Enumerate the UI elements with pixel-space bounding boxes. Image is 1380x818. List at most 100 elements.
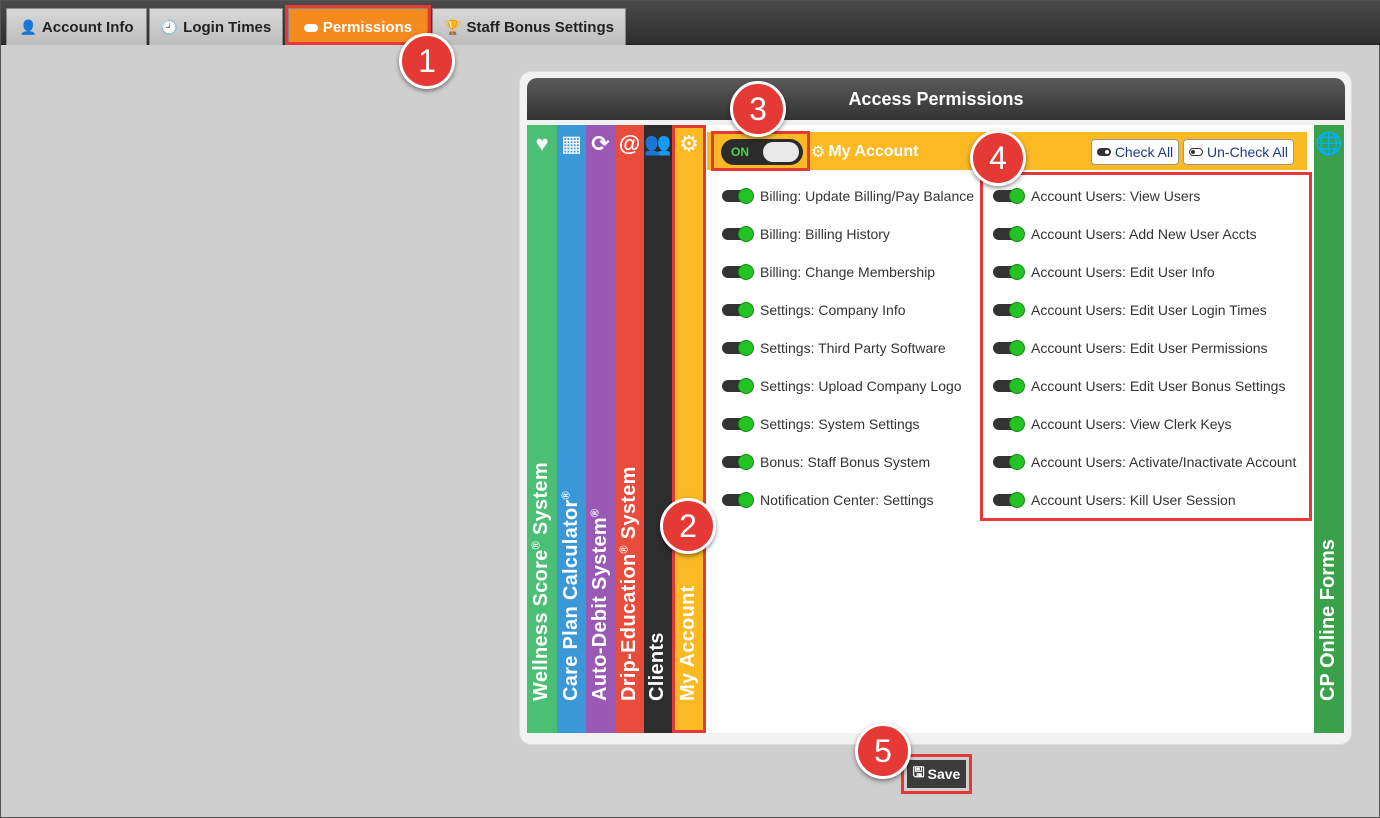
user-icon: 👤: [19, 18, 37, 35]
permission-row[interactable]: Bonus: Staff Bonus System: [722, 452, 930, 472]
permission-row[interactable]: Settings: Company Info: [722, 300, 906, 320]
category-care-plan-calculator[interactable]: ▦ Care Plan Calculator®: [557, 125, 586, 733]
callout-badge-2: 2: [660, 498, 716, 554]
permission-row[interactable]: Billing: Billing History: [722, 224, 890, 244]
permission-label: Settings: Third Party Software: [760, 340, 946, 356]
permission-row[interactable]: Account Users: Edit User Bonus Settings: [993, 376, 1285, 396]
check-all-button[interactable]: Check All: [1091, 139, 1179, 165]
section-title-text: My Account: [828, 143, 919, 160]
permission-row[interactable]: Account Users: Kill User Session: [993, 490, 1236, 510]
check-all-label: Check All: [1114, 144, 1174, 160]
permission-toggle[interactable]: [993, 302, 1025, 318]
permission-toggle[interactable]: [722, 302, 754, 318]
permission-toggle[interactable]: [993, 454, 1025, 470]
permission-toggle[interactable]: [993, 378, 1025, 394]
permission-toggle[interactable]: [722, 264, 754, 280]
permission-toggle[interactable]: [722, 454, 754, 470]
permission-toggle[interactable]: [722, 416, 754, 432]
permission-label: Account Users: Edit User Info: [1031, 264, 1215, 280]
permission-row[interactable]: Account Users: View Clerk Keys: [993, 414, 1231, 434]
category-my-account[interactable]: ⚙ My Account: [673, 125, 705, 733]
refresh-icon: ⟳: [591, 131, 610, 156]
globe-icon: 🌐: [1315, 131, 1343, 156]
toggle-off-icon: [1189, 148, 1204, 156]
permission-row[interactable]: Settings: Third Party Software: [722, 338, 946, 358]
tab-bar: 👤 Account Info 🕘 Login Times Permissions…: [1, 1, 1380, 45]
permission-label: Settings: Upload Company Logo: [760, 378, 962, 394]
tab-account-info[interactable]: 👤 Account Info: [6, 8, 147, 45]
permission-label: Settings: Company Info: [760, 302, 906, 318]
permission-label: Settings: System Settings: [760, 416, 920, 432]
toggle-icon: [303, 19, 318, 35]
uncheck-all-button[interactable]: Un-Check All: [1183, 139, 1294, 165]
category-label: CP Online Forms: [1317, 539, 1339, 701]
toggle-state-label: ON: [731, 145, 749, 159]
tab-label: Login Times: [183, 18, 272, 36]
callout-badge-3: 3: [730, 81, 786, 137]
permission-row[interactable]: Billing: Change Membership: [722, 262, 935, 282]
permission-label: Account Users: Edit User Bonus Settings: [1031, 378, 1286, 394]
permission-toggle[interactable]: [722, 378, 754, 394]
category-label: Auto-Debit System®: [588, 508, 611, 701]
permission-row[interactable]: Settings: System Settings: [722, 414, 920, 434]
tab-login-times[interactable]: 🕘 Login Times: [149, 8, 283, 45]
clock-icon: 🕘: [160, 18, 179, 35]
permission-row[interactable]: Billing: Update Billing/Pay Balance: [722, 186, 974, 206]
heartbeat-icon: ♥: [535, 131, 549, 156]
permission-toggle[interactable]: [993, 264, 1025, 280]
permission-toggle[interactable]: [993, 226, 1025, 242]
tab-label: Staff Bonus Settings: [466, 18, 614, 36]
permission-toggle[interactable]: [722, 340, 754, 356]
at-icon: @: [618, 131, 641, 156]
permission-toggle[interactable]: [993, 340, 1025, 356]
permission-label: Billing: Change Membership: [760, 264, 936, 280]
panel-title: Access Permissions: [527, 78, 1345, 120]
permission-row[interactable]: Account Users: Edit User Permissions: [993, 338, 1268, 358]
calculator-icon: ▦: [561, 131, 582, 156]
toggle-knob: [763, 142, 799, 162]
category-label: Clients: [646, 632, 668, 701]
permission-row[interactable]: Account Users: Add New User Accts: [993, 224, 1257, 244]
permission-row[interactable]: Account Users: View Users: [993, 186, 1200, 206]
category-label: Care Plan Calculator®: [559, 490, 582, 701]
save-button[interactable]: 🖫 Save: [907, 760, 966, 788]
permission-row[interactable]: Notification Center: Settings: [722, 490, 934, 510]
toggle-on-icon: [1096, 148, 1111, 156]
category-label: Wellness Score® System: [530, 462, 552, 701]
category-clients[interactable]: 👥 Clients: [644, 125, 672, 733]
permission-toggle[interactable]: [993, 416, 1025, 432]
permission-toggle[interactable]: [993, 188, 1025, 204]
permission-row[interactable]: Account Users: Edit User Login Times: [993, 300, 1267, 320]
permission-row[interactable]: Settings: Upload Company Logo: [722, 376, 962, 396]
category-cp-online-forms[interactable]: 🌐 CP Online Forms: [1314, 125, 1344, 733]
permission-toggle[interactable]: [722, 226, 754, 242]
permission-row[interactable]: Account Users: Activate/Inactivate Accou…: [993, 452, 1296, 472]
section-master-toggle[interactable]: ON: [721, 139, 803, 165]
tab-label: Permissions: [322, 18, 413, 36]
permission-toggle[interactable]: [722, 188, 754, 204]
gear-icon: ⚙: [679, 131, 699, 156]
permission-label: Account Users: Edit User Permissions: [1031, 340, 1268, 356]
permission-label: Account Users: View Clerk Keys: [1031, 416, 1232, 432]
permission-label: Account Users: Activate/Inactivate Accou…: [1031, 454, 1297, 470]
category-wellness-score[interactable]: ♥ Wellness Score® System: [527, 125, 557, 733]
permission-label: Account Users: Edit User Login Times: [1031, 302, 1267, 318]
floppy-disk-icon: 🖫: [912, 764, 925, 780]
permission-toggle[interactable]: [722, 492, 754, 508]
category-auto-debit-system[interactable]: ⟳ Auto-Debit System®: [586, 125, 615, 733]
trophy-icon: 🏆: [444, 18, 462, 35]
tab-label: Account Info: [41, 18, 134, 36]
users-icon: 👥: [644, 131, 672, 156]
permission-row[interactable]: Account Users: Edit User Info: [993, 262, 1215, 282]
category-drip-education[interactable]: @ Drip-Education® System: [615, 125, 644, 733]
category-label: Drip-Education® System: [617, 466, 640, 701]
permission-label: Billing: Billing History: [760, 226, 890, 242]
gear-icon: ⚙: [811, 144, 826, 161]
callout-badge-5: 5: [855, 723, 911, 779]
permission-toggle[interactable]: [993, 492, 1025, 508]
callout-badge-1: 1: [399, 33, 455, 89]
permission-label: Account Users: View Users: [1031, 188, 1201, 204]
section-title: ⚙ My Account: [811, 142, 918, 162]
permission-label: Account Users: Add New User Accts: [1031, 226, 1257, 242]
tab-staff-bonus-settings[interactable]: 🏆 Staff Bonus Settings: [432, 8, 626, 45]
